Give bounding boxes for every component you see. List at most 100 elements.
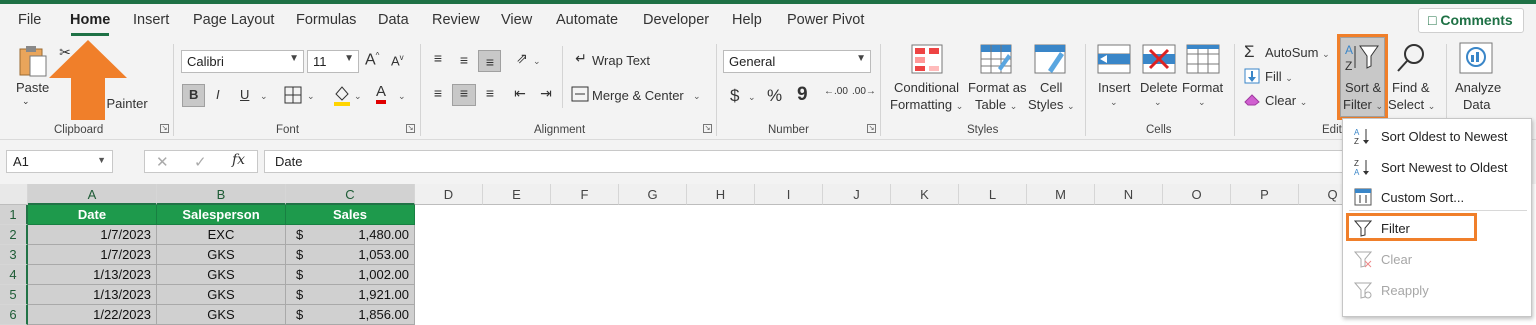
- table-cell-sales[interactable]: 1,921.00: [286, 285, 415, 305]
- table-cell-salesperson[interactable]: GKS: [157, 305, 286, 325]
- analyze-data-label-2[interactable]: Data: [1463, 97, 1490, 112]
- format-as-table-icon[interactable]: [980, 44, 1012, 77]
- find-select-label-2[interactable]: Select ⌄: [1388, 97, 1435, 112]
- font-size-combo[interactable]: 11 ▼: [307, 50, 359, 73]
- tab-insert[interactable]: Insert: [133, 12, 169, 28]
- table-cell-salesperson[interactable]: GKS: [157, 285, 286, 305]
- table-cell-date[interactable]: 1/7/2023: [28, 245, 157, 265]
- column-header-e[interactable]: E: [483, 184, 551, 205]
- table-header-cell[interactable]: Salesperson: [157, 205, 286, 225]
- paste-button[interactable]: Paste: [16, 80, 49, 95]
- orientation-icon[interactable]: ⇗: [512, 50, 532, 67]
- wrap-text-button[interactable]: Wrap Text: [592, 53, 650, 68]
- number-launcher-icon[interactable]: ↘: [867, 124, 876, 133]
- column-header-p[interactable]: P: [1231, 184, 1299, 205]
- table-cell-date[interactable]: 1/13/2023: [28, 285, 157, 305]
- decrease-indent-icon[interactable]: ⇤: [510, 85, 530, 102]
- column-header-a[interactable]: A: [28, 184, 157, 205]
- enter-icon[interactable]: ✓: [194, 153, 207, 171]
- column-header-k[interactable]: K: [891, 184, 959, 205]
- clipboard-launcher-icon[interactable]: ↘: [160, 124, 169, 133]
- table-cell-salesperson[interactable]: GKS: [157, 265, 286, 285]
- insert-caret[interactable]: ⌄: [1110, 97, 1118, 108]
- column-header-g[interactable]: G: [619, 184, 687, 205]
- sort-filter-label-2[interactable]: Filter ⌄: [1343, 97, 1383, 112]
- cell-styles-icon[interactable]: [1034, 44, 1066, 77]
- number-format-combo[interactable]: General ▼: [723, 50, 871, 73]
- format-cells-icon[interactable]: [1186, 44, 1220, 77]
- menu-item-custom-sort[interactable]: Custom Sort...: [1343, 182, 1531, 212]
- align-bottom-icon[interactable]: ≡: [480, 54, 500, 70]
- analyze-data-icon[interactable]: [1459, 42, 1493, 77]
- conditional-formatting-icon[interactable]: [911, 44, 943, 77]
- tab-page-layout[interactable]: Page Layout: [193, 12, 274, 28]
- table-cell-sales[interactable]: 1,053.00: [286, 245, 415, 265]
- row-header-2[interactable]: 2: [0, 225, 28, 245]
- grow-font-button[interactable]: A^: [365, 51, 379, 69]
- column-header-o[interactable]: O: [1163, 184, 1231, 205]
- table-cell-salesperson[interactable]: GKS: [157, 245, 286, 265]
- orientation-caret[interactable]: ⌄: [533, 56, 541, 67]
- menu-item-sort-newest-to-oldest[interactable]: Z A Sort Newest to Oldest: [1343, 152, 1531, 182]
- format-as-table-label-1[interactable]: Format as: [968, 80, 1027, 95]
- format-as-table-label-2[interactable]: Table ⌄: [975, 97, 1017, 112]
- underline-caret[interactable]: ⌄: [260, 91, 268, 102]
- column-header-l[interactable]: L: [959, 184, 1027, 205]
- merge-caret[interactable]: ⌄: [693, 91, 701, 102]
- column-header-j[interactable]: J: [823, 184, 891, 205]
- analyze-data-label-1[interactable]: Analyze: [1455, 80, 1501, 95]
- currency-button[interactable]: $: [730, 86, 739, 106]
- column-header-h[interactable]: H: [687, 184, 755, 205]
- row-header-6[interactable]: 6: [0, 305, 28, 325]
- comments-button[interactable]: □ Comments: [1418, 8, 1524, 33]
- table-cell-date[interactable]: 1/7/2023: [28, 225, 157, 245]
- table-header-cell[interactable]: Date: [28, 205, 157, 225]
- tab-power-pivot[interactable]: Power Pivot: [787, 12, 864, 28]
- cell-styles-label-1[interactable]: Cell: [1040, 80, 1062, 95]
- percent-button[interactable]: %: [767, 86, 782, 106]
- conditional-formatting-label-2[interactable]: Formatting ⌄: [890, 97, 963, 112]
- comma-button[interactable]: 9: [797, 84, 808, 106]
- fill-color-icon[interactable]: [332, 84, 352, 109]
- autosum-button[interactable]: AutoSum ⌄: [1265, 45, 1330, 60]
- tab-view[interactable]: View: [501, 12, 532, 28]
- decrease-decimal-button[interactable]: .00→: [852, 86, 876, 97]
- column-header-c[interactable]: C: [286, 184, 415, 205]
- menu-item-sort-oldest-to-newest[interactable]: A Z Sort Oldest to Newest: [1343, 121, 1531, 151]
- delete-caret[interactable]: ⌄: [1154, 97, 1162, 108]
- paste-dropdown-caret[interactable]: ⌄: [22, 96, 30, 107]
- conditional-formatting-label-1[interactable]: Conditional: [894, 80, 959, 95]
- row-header-1[interactable]: 1: [0, 205, 28, 225]
- align-center-icon[interactable]: ≡: [454, 85, 474, 101]
- italic-button[interactable]: I: [216, 87, 220, 102]
- select-all-corner[interactable]: [0, 184, 28, 205]
- align-right-icon[interactable]: ≡: [480, 85, 500, 101]
- table-cell-salesperson[interactable]: EXC: [157, 225, 286, 245]
- find-select-icon[interactable]: [1394, 42, 1428, 77]
- formula-input[interactable]: Date: [264, 150, 1344, 173]
- tab-review[interactable]: Review: [432, 12, 480, 28]
- cell-styles-label-2[interactable]: Styles ⌄: [1028, 97, 1075, 112]
- paste-icon[interactable]: [18, 44, 48, 81]
- find-select-label-1[interactable]: Find &: [1392, 80, 1430, 95]
- underline-button[interactable]: U: [240, 87, 249, 102]
- cancel-icon[interactable]: ✕: [156, 153, 169, 171]
- shrink-font-button[interactable]: Av: [391, 53, 404, 68]
- tab-automate[interactable]: Automate: [556, 12, 618, 28]
- merge-center-button[interactable]: Merge & Center: [592, 88, 684, 103]
- tab-file[interactable]: File: [18, 12, 41, 28]
- column-header-b[interactable]: B: [157, 184, 286, 205]
- bold-button[interactable]: B: [189, 87, 198, 102]
- increase-decimal-button[interactable]: ←.00: [824, 86, 848, 97]
- table-cell-sales[interactable]: 1,856.00: [286, 305, 415, 325]
- table-cell-sales[interactable]: 1,480.00: [286, 225, 415, 245]
- column-header-n[interactable]: N: [1095, 184, 1163, 205]
- sort-filter-icon[interactable]: AZ: [1344, 42, 1382, 75]
- font-name-combo[interactable]: Calibri ▼: [181, 50, 304, 73]
- alignment-launcher-icon[interactable]: ↘: [703, 124, 712, 133]
- align-middle-icon[interactable]: ≡: [454, 52, 474, 68]
- currency-caret[interactable]: ⌄: [748, 92, 756, 103]
- insert-button[interactable]: Insert: [1098, 80, 1131, 95]
- insert-function-icon[interactable]: fx: [232, 152, 245, 168]
- table-cell-sales[interactable]: 1,002.00: [286, 265, 415, 285]
